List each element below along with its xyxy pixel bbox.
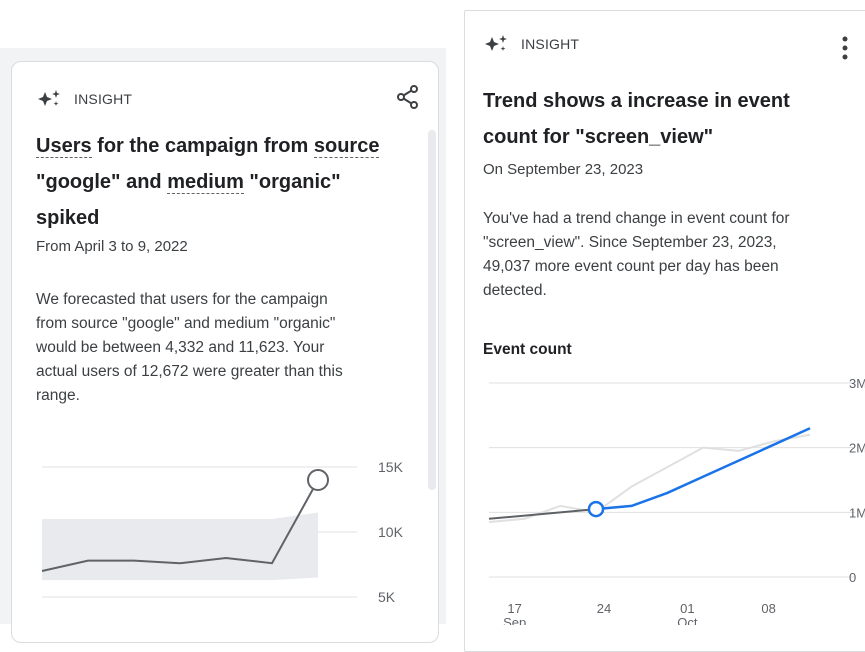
insight-card-users[interactable]: INSIGHT Users for the campaign from sour… [11, 61, 439, 643]
y-tick-label: 2M [849, 441, 865, 456]
title-text: "google" and [36, 171, 168, 193]
title-line-2: "google" and medium "organic" [36, 164, 406, 200]
event-count-chart: 3M2M1M017Sep24 01Oct08 [488, 376, 865, 625]
scrollbar[interactable] [428, 130, 436, 490]
body-line: 49,037 more event count per day has been [483, 258, 779, 275]
sparkle-icon [485, 35, 507, 51]
x-tick-label: 08 [761, 601, 775, 616]
insight-date: On September 23, 2023 [483, 161, 644, 178]
insight-body: You've had a trend change in event count… [483, 207, 865, 303]
insight-label: INSIGHT [521, 36, 580, 52]
insight-title: Trend shows a increase in event count fo… [483, 83, 865, 155]
forecast-band [42, 512, 318, 581]
y-tick-label: 10K [378, 524, 404, 540]
source-dimension-link[interactable]: source [313, 135, 380, 158]
body-line: detected. [483, 282, 547, 299]
insight-header: INSIGHT [483, 33, 579, 55]
title-text: "organic" [243, 171, 341, 193]
more-vert-icon[interactable] [839, 35, 851, 61]
change-point [587, 500, 605, 518]
users-chart: 15K 10K 5K [41, 459, 404, 605]
title-text: for the campaign from [91, 135, 314, 157]
title-line-1: Users for the campaign from source [36, 128, 406, 164]
body-line: from source "google" and medium "organic… [36, 315, 336, 332]
medium-dimension-link[interactable]: medium [167, 171, 244, 194]
insight-card-event-count[interactable]: INSIGHT Trend shows a increase in event … [464, 10, 865, 652]
insight-body: We forecasted that users for the campaig… [36, 288, 406, 408]
title-line: count for "screen_view" [483, 126, 714, 148]
body-line: You've had a trend change in event count… [483, 210, 790, 227]
body-line: range. [36, 387, 80, 404]
body-line: We forecasted that users for the campaig… [36, 291, 328, 308]
insight-header: INSIGHT [36, 88, 132, 110]
body-line: "screen_view". Since September 23, 2023, [483, 234, 777, 251]
y-tick-label: 3M [849, 376, 865, 391]
insight-label: INSIGHT [74, 91, 133, 107]
y-tick-label: 15K [378, 459, 404, 475]
title-line-3: spiked [36, 207, 100, 229]
share-icon[interactable] [396, 84, 420, 110]
x-tick-label: 24 [597, 601, 611, 616]
y-tick-label: 0 [849, 570, 856, 585]
insight-date: From April 3 to 9, 2022 [36, 238, 188, 255]
pre-change-line [488, 508, 597, 520]
sparkle-icon [38, 90, 60, 106]
y-tick-label: 5K [378, 589, 396, 605]
body-line: would be between 4,332 and 11,623. Your [36, 339, 325, 356]
body-line: actual users of 12,672 were greater than… [36, 363, 343, 380]
x-tick-label: 17 [507, 601, 521, 616]
y-tick-label: 1M [849, 505, 865, 520]
title-line: Trend shows a increase in event [483, 90, 790, 112]
x-tick-label: 01 [680, 601, 694, 616]
chart-label: Event count [483, 341, 572, 358]
insight-title: Users for the campaign from source "goog… [36, 128, 406, 236]
users-metric-link[interactable]: Users [36, 135, 92, 158]
anomaly-point [307, 469, 329, 491]
